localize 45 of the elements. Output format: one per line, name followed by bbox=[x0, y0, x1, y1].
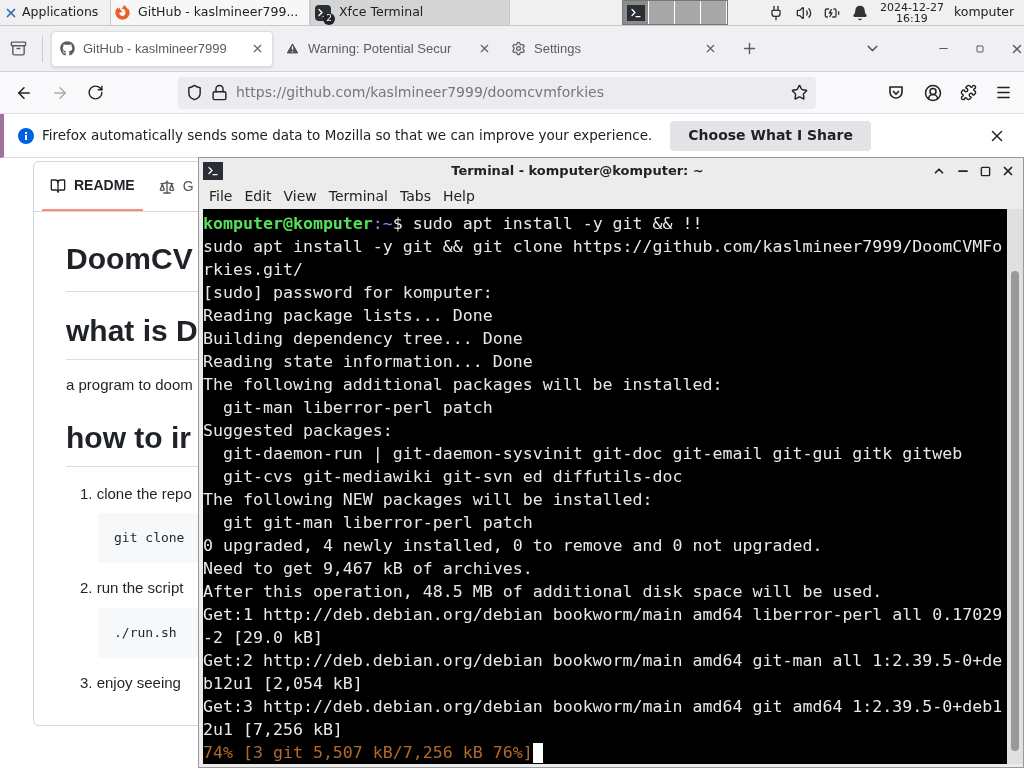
terminal-line: The following NEW packages will be installed: bbox=[203, 489, 654, 511]
notification-text: Firefox automatically sends some data to Mozilla so that we can improve your experience. bbox=[42, 126, 653, 146]
browser-tab[interactable]: Settings bbox=[503, 30, 725, 67]
section-heading: what is D bbox=[66, 313, 198, 349]
menu-item[interactable]: View bbox=[277, 186, 323, 207]
terminal-line: git-cvs git-mediawiki git-svn ed diffutils-doc bbox=[221, 466, 684, 488]
menu-item[interactable]: Edit bbox=[238, 186, 278, 207]
terminal-line: Reading package lists... Done bbox=[203, 305, 494, 327]
readme-tab[interactable]: README bbox=[42, 162, 143, 211]
applications-menu[interactable]: Applications bbox=[0, 0, 110, 25]
terminal-line: sudo apt install -y git && git clone https://github.com/kaslmineer7999/DoomCVMFo bbox=[203, 236, 1004, 258]
taskbar-button[interactable]: GitHub - kaslmineer799... bbox=[110, 0, 310, 25]
terminal-line: komputer@komputer:~$ sudo apt install -y git && !! bbox=[203, 213, 704, 235]
terminal-line: 2u1 [7,256 kB] bbox=[203, 719, 344, 741]
terminal-line: b12u1 [2,054 kB] bbox=[203, 673, 364, 695]
readme-title: DoomCV bbox=[66, 241, 193, 277]
terminal-line: Building dependency tree... Done bbox=[203, 328, 524, 350]
readme-tab[interactable]: G bbox=[150, 162, 202, 211]
menu-item[interactable]: Terminal bbox=[322, 186, 394, 207]
terminal-line: git-man liberror-perl patch bbox=[221, 397, 494, 419]
choose-share-button[interactable]: Choose What I Share bbox=[670, 120, 871, 151]
terminal-line: Get:3 http://deb.debian.org/debian bookworm/main amd64 git amd64 1:2.39.5-0+deb1 bbox=[203, 696, 1004, 718]
clock[interactable]: 2024-12-27 16:19 bbox=[880, 1, 944, 24]
terminal-line: [sudo] password for komputer: bbox=[203, 282, 494, 304]
terminal-line: rkies.git/ bbox=[203, 259, 304, 281]
user-name[interactable]: komputer bbox=[953, 3, 1015, 22]
terminal-line: Suggested packages: bbox=[203, 420, 394, 442]
terminal-line: The following additional packages will be installed: bbox=[203, 374, 724, 396]
browser-tab[interactable]: GitHub - kaslmineer7999 bbox=[51, 30, 273, 67]
section-heading: how to ir bbox=[66, 419, 191, 456]
menu-item[interactable]: File bbox=[203, 186, 239, 207]
list-item: 1. clone the repo bbox=[80, 483, 192, 504]
menu-item[interactable]: Tabs bbox=[393, 186, 437, 207]
window-title: Terminal - komputer@komputer: ~ bbox=[450, 162, 705, 181]
list-item: 3. enjoy seeing bbox=[80, 672, 181, 693]
address-bar[interactable]: https://github.com/kaslmineer7999/doomcvmforkies bbox=[178, 76, 816, 109]
list-item: 2. run the script bbox=[80, 578, 184, 598]
progress-line: 74% [3 git 5,507 kB/7,256 kB 76%] bbox=[203, 742, 533, 764]
terminal-line: git-daemon-run | git-daemon-sysvinit git-doc git-email git-gui gitk gitweb bbox=[221, 443, 964, 465]
taskbar-button[interactable]: 2 Xfce Terminal bbox=[310, 0, 510, 25]
paragraph: a program to doom bbox=[66, 375, 193, 395]
menu-item[interactable]: Help bbox=[436, 186, 481, 207]
terminal-line: Reading state information... Done bbox=[203, 351, 534, 373]
terminal-line: After this operation, 48.5 MB of additional disk space will be used. bbox=[203, 581, 884, 603]
browser-tab[interactable]: Warning: Potential Secur bbox=[277, 30, 499, 67]
